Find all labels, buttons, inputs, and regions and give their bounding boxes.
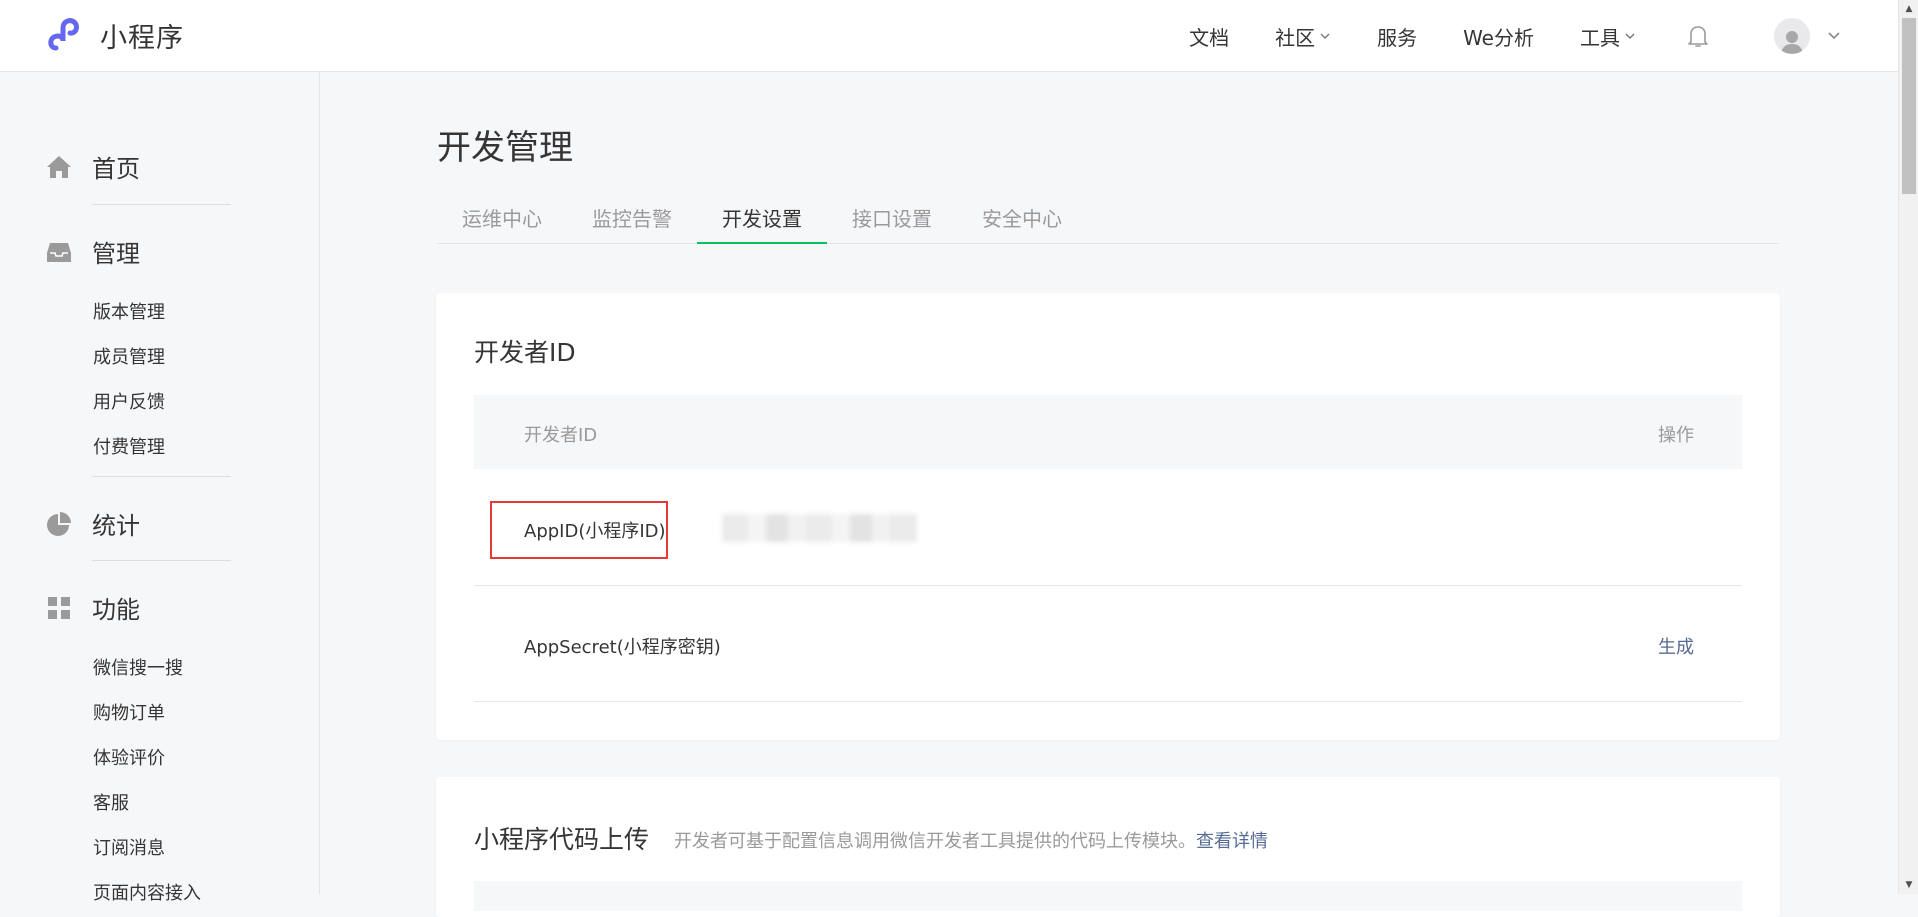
appsecret-label: AppSecret(小程序密钥)	[524, 637, 721, 658]
sidebar-item-statistics[interactable]: 统计	[46, 506, 140, 541]
tab-label: 安全中心	[982, 207, 1062, 231]
grid-icon	[48, 596, 70, 619]
sidebar-subitem-wechat-search[interactable]: 微信搜一搜	[93, 654, 183, 680]
top-nav-menu: 文档 社区 服务 We分析 工具	[1143, 0, 1842, 72]
bell-icon[interactable]	[1686, 23, 1710, 49]
table-row-divider	[474, 701, 1742, 702]
nav-docs-label: 文档	[1189, 25, 1230, 50]
app-logo[interactable]: 小程序	[46, 14, 184, 56]
tab-api-settings[interactable]: 接口设置	[827, 198, 957, 244]
tab-dev-settings[interactable]: 开发设置	[697, 198, 827, 244]
sidebar-item-label: 统计	[92, 512, 140, 540]
description-text: 开发者可基于配置信息调用微信开发者工具提供的代码上传模块。	[674, 831, 1196, 852]
home-icon	[47, 155, 71, 178]
section-description: 开发者可基于配置信息调用微信开发者工具提供的代码上传模块。查看详情	[674, 827, 1268, 853]
sidebar-item-manage[interactable]: 管理	[46, 234, 140, 269]
column-header-action: 操作	[1658, 425, 1694, 446]
nav-we-analytics[interactable]: We分析	[1463, 22, 1534, 51]
sidebar-divider	[92, 204, 231, 205]
sidebar-item-label: 管理	[92, 240, 140, 268]
sidebar-item-home[interactable]: 首页	[46, 149, 140, 184]
pie-chart-icon	[47, 511, 71, 536]
nav-docs[interactable]: 文档	[1189, 22, 1229, 51]
app-name: 小程序	[100, 22, 184, 54]
section-title: 小程序代码上传	[474, 825, 650, 854]
appid-value-redacted	[722, 514, 918, 542]
appid-label: AppID(小程序ID)	[524, 521, 666, 542]
tab-monitoring-alerts[interactable]: 监控告警	[567, 198, 697, 244]
table-header: 开发者ID 操作	[474, 395, 1742, 469]
user-avatar-icon	[1781, 31, 1803, 54]
sidebar-item-label: 功能	[92, 596, 140, 624]
tab-label: 运维中心	[462, 207, 542, 231]
scroll-thumb[interactable]	[1902, 18, 1916, 194]
nav-services-label: 服务	[1377, 25, 1418, 50]
tab-label: 开发设置	[722, 207, 802, 231]
tab-label: 接口设置	[852, 207, 932, 231]
scroll-down-arrow-icon[interactable]: ▼	[1899, 876, 1918, 894]
sidebar-subitem-shopping-orders[interactable]: 购物订单	[93, 699, 165, 725]
nav-we-analytics-label: We分析	[1463, 25, 1534, 50]
sidebar-divider	[92, 476, 231, 477]
scroll-up-arrow-icon[interactable]: ▲	[1899, 0, 1918, 18]
table-row-divider	[474, 585, 1742, 586]
sidebar-subitem-subscribe-messages[interactable]: 订阅消息	[93, 834, 165, 860]
top-navigation-bar: 小程序 文档 社区 服务 We分析 工具	[0, 0, 1898, 72]
nav-community[interactable]: 社区	[1275, 22, 1331, 51]
tab-bar: 运维中心 监控告警 开发设置 接口设置 安全中心	[437, 198, 1779, 244]
tab-operations-center[interactable]: 运维中心	[437, 198, 567, 244]
sidebar-item-label: 首页	[92, 155, 140, 183]
sidebar-item-features[interactable]: 功能	[46, 590, 140, 625]
chevron-down-icon	[1625, 33, 1635, 39]
column-header-developer-id: 开发者ID	[524, 425, 598, 446]
view-details-link[interactable]: 查看详情	[1196, 831, 1268, 852]
developer-id-card: 开发者ID 开发者ID 操作 AppID(小程序ID) AppSecret(小程…	[436, 293, 1780, 740]
sidebar-divider	[92, 560, 231, 561]
sidebar-subitem-customer-service[interactable]: 客服	[93, 789, 129, 815]
sidebar-subitem-feedback[interactable]: 用户反馈	[93, 388, 165, 414]
chevron-down-icon[interactable]	[1826, 28, 1842, 44]
nav-services[interactable]: 服务	[1377, 22, 1417, 51]
tab-security-center[interactable]: 安全中心	[957, 198, 1087, 244]
vertical-scrollbar[interactable]: ▲ ▼	[1898, 0, 1918, 894]
sidebar-subitem-version[interactable]: 版本管理	[93, 298, 165, 324]
sidebar-subitem-payment[interactable]: 付费管理	[93, 433, 165, 459]
nav-tools-label: 工具	[1580, 25, 1620, 50]
section-title: 开发者ID	[474, 338, 576, 367]
mini-program-logo-icon	[48, 18, 80, 51]
sidebar-subitem-page-content[interactable]: 页面内容接入	[93, 879, 201, 905]
nav-tools[interactable]: 工具	[1580, 22, 1636, 51]
sidebar-subitem-members[interactable]: 成员管理	[93, 343, 165, 369]
avatar[interactable]	[1774, 18, 1810, 54]
inbox-icon	[47, 242, 71, 262]
sidebar-subitem-experience-review[interactable]: 体验评价	[93, 744, 165, 770]
code-upload-card: 小程序代码上传 开发者可基于配置信息调用微信开发者工具提供的代码上传模块。查看详…	[436, 777, 1780, 917]
sidebar: 首页 管理 版本管理 成员管理 用户反馈 付费管理 统计 功能 微信搜一搜 购物…	[0, 72, 320, 904]
generate-secret-link[interactable]: 生成	[1658, 633, 1694, 659]
page-title: 开发管理	[437, 128, 573, 168]
nav-community-label: 社区	[1275, 25, 1316, 50]
tab-label: 监控告警	[592, 207, 672, 231]
table-header	[474, 881, 1742, 911]
chevron-down-icon	[1320, 33, 1330, 39]
